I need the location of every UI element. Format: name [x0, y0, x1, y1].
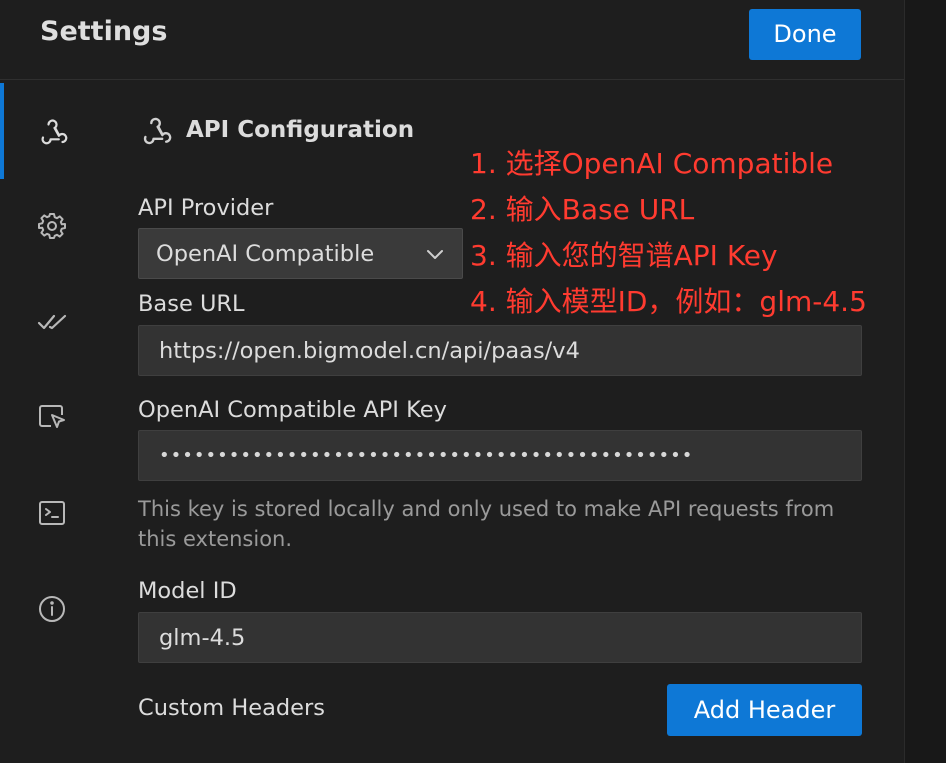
annotation-step-2: 2. 输入Base URL — [470, 193, 695, 226]
settings-header: Settings Done — [0, 0, 904, 80]
annotation-step-3: 3. 输入您的智谱API Key — [470, 239, 778, 272]
section-title: API Configuration — [186, 117, 415, 143]
check-all-icon[interactable] — [34, 304, 70, 340]
api-key-help-text: This key is stored locally and only used… — [138, 497, 835, 551]
base-url-label: Base URL — [138, 291, 245, 317]
annotation-step-4: 4. 输入模型ID，例如：glm-4.5 — [470, 285, 867, 318]
settings-panel: Settings Done API Configuration API Prov… — [0, 0, 904, 763]
terminal-icon[interactable] — [34, 495, 70, 531]
page-title: Settings — [40, 16, 168, 47]
model-id-field[interactable]: glm-4.5 — [138, 612, 862, 663]
info-icon[interactable] — [34, 591, 70, 627]
chevron-down-icon — [427, 250, 443, 259]
model-id-label: Model ID — [138, 578, 237, 604]
done-button[interactable]: Done — [749, 9, 861, 60]
api-key-field[interactable]: ••••••••••••••••••••••••••••••••••••••••… — [138, 430, 862, 481]
active-indicator — [0, 83, 4, 179]
base-url-field[interactable]: https://open.bigmodel.cn/api/paas/v4 — [138, 325, 862, 376]
section-heading: API Configuration — [138, 113, 414, 147]
cursor-select-icon[interactable] — [34, 399, 70, 435]
add-header-button[interactable]: Add Header — [667, 684, 862, 736]
api-provider-label: API Provider — [138, 195, 274, 221]
custom-headers-label: Custom Headers — [138, 695, 325, 721]
webhook-icon[interactable] — [34, 113, 70, 149]
api-key-label: OpenAI Compatible API Key — [138, 397, 447, 423]
gear-icon[interactable] — [34, 208, 70, 244]
editor-edge-strip — [904, 0, 946, 763]
annotation-overlay: 1. 选择OpenAI Compatible 2. 输入Base URL 3. … — [470, 141, 867, 325]
api-provider-value: OpenAI Compatible — [156, 240, 375, 267]
settings-sidebar — [0, 81, 104, 763]
annotation-step-1: 1. 选择OpenAI Compatible — [470, 147, 834, 180]
webhook-icon — [143, 117, 172, 145]
api-provider-select[interactable]: OpenAI Compatible — [138, 228, 463, 279]
